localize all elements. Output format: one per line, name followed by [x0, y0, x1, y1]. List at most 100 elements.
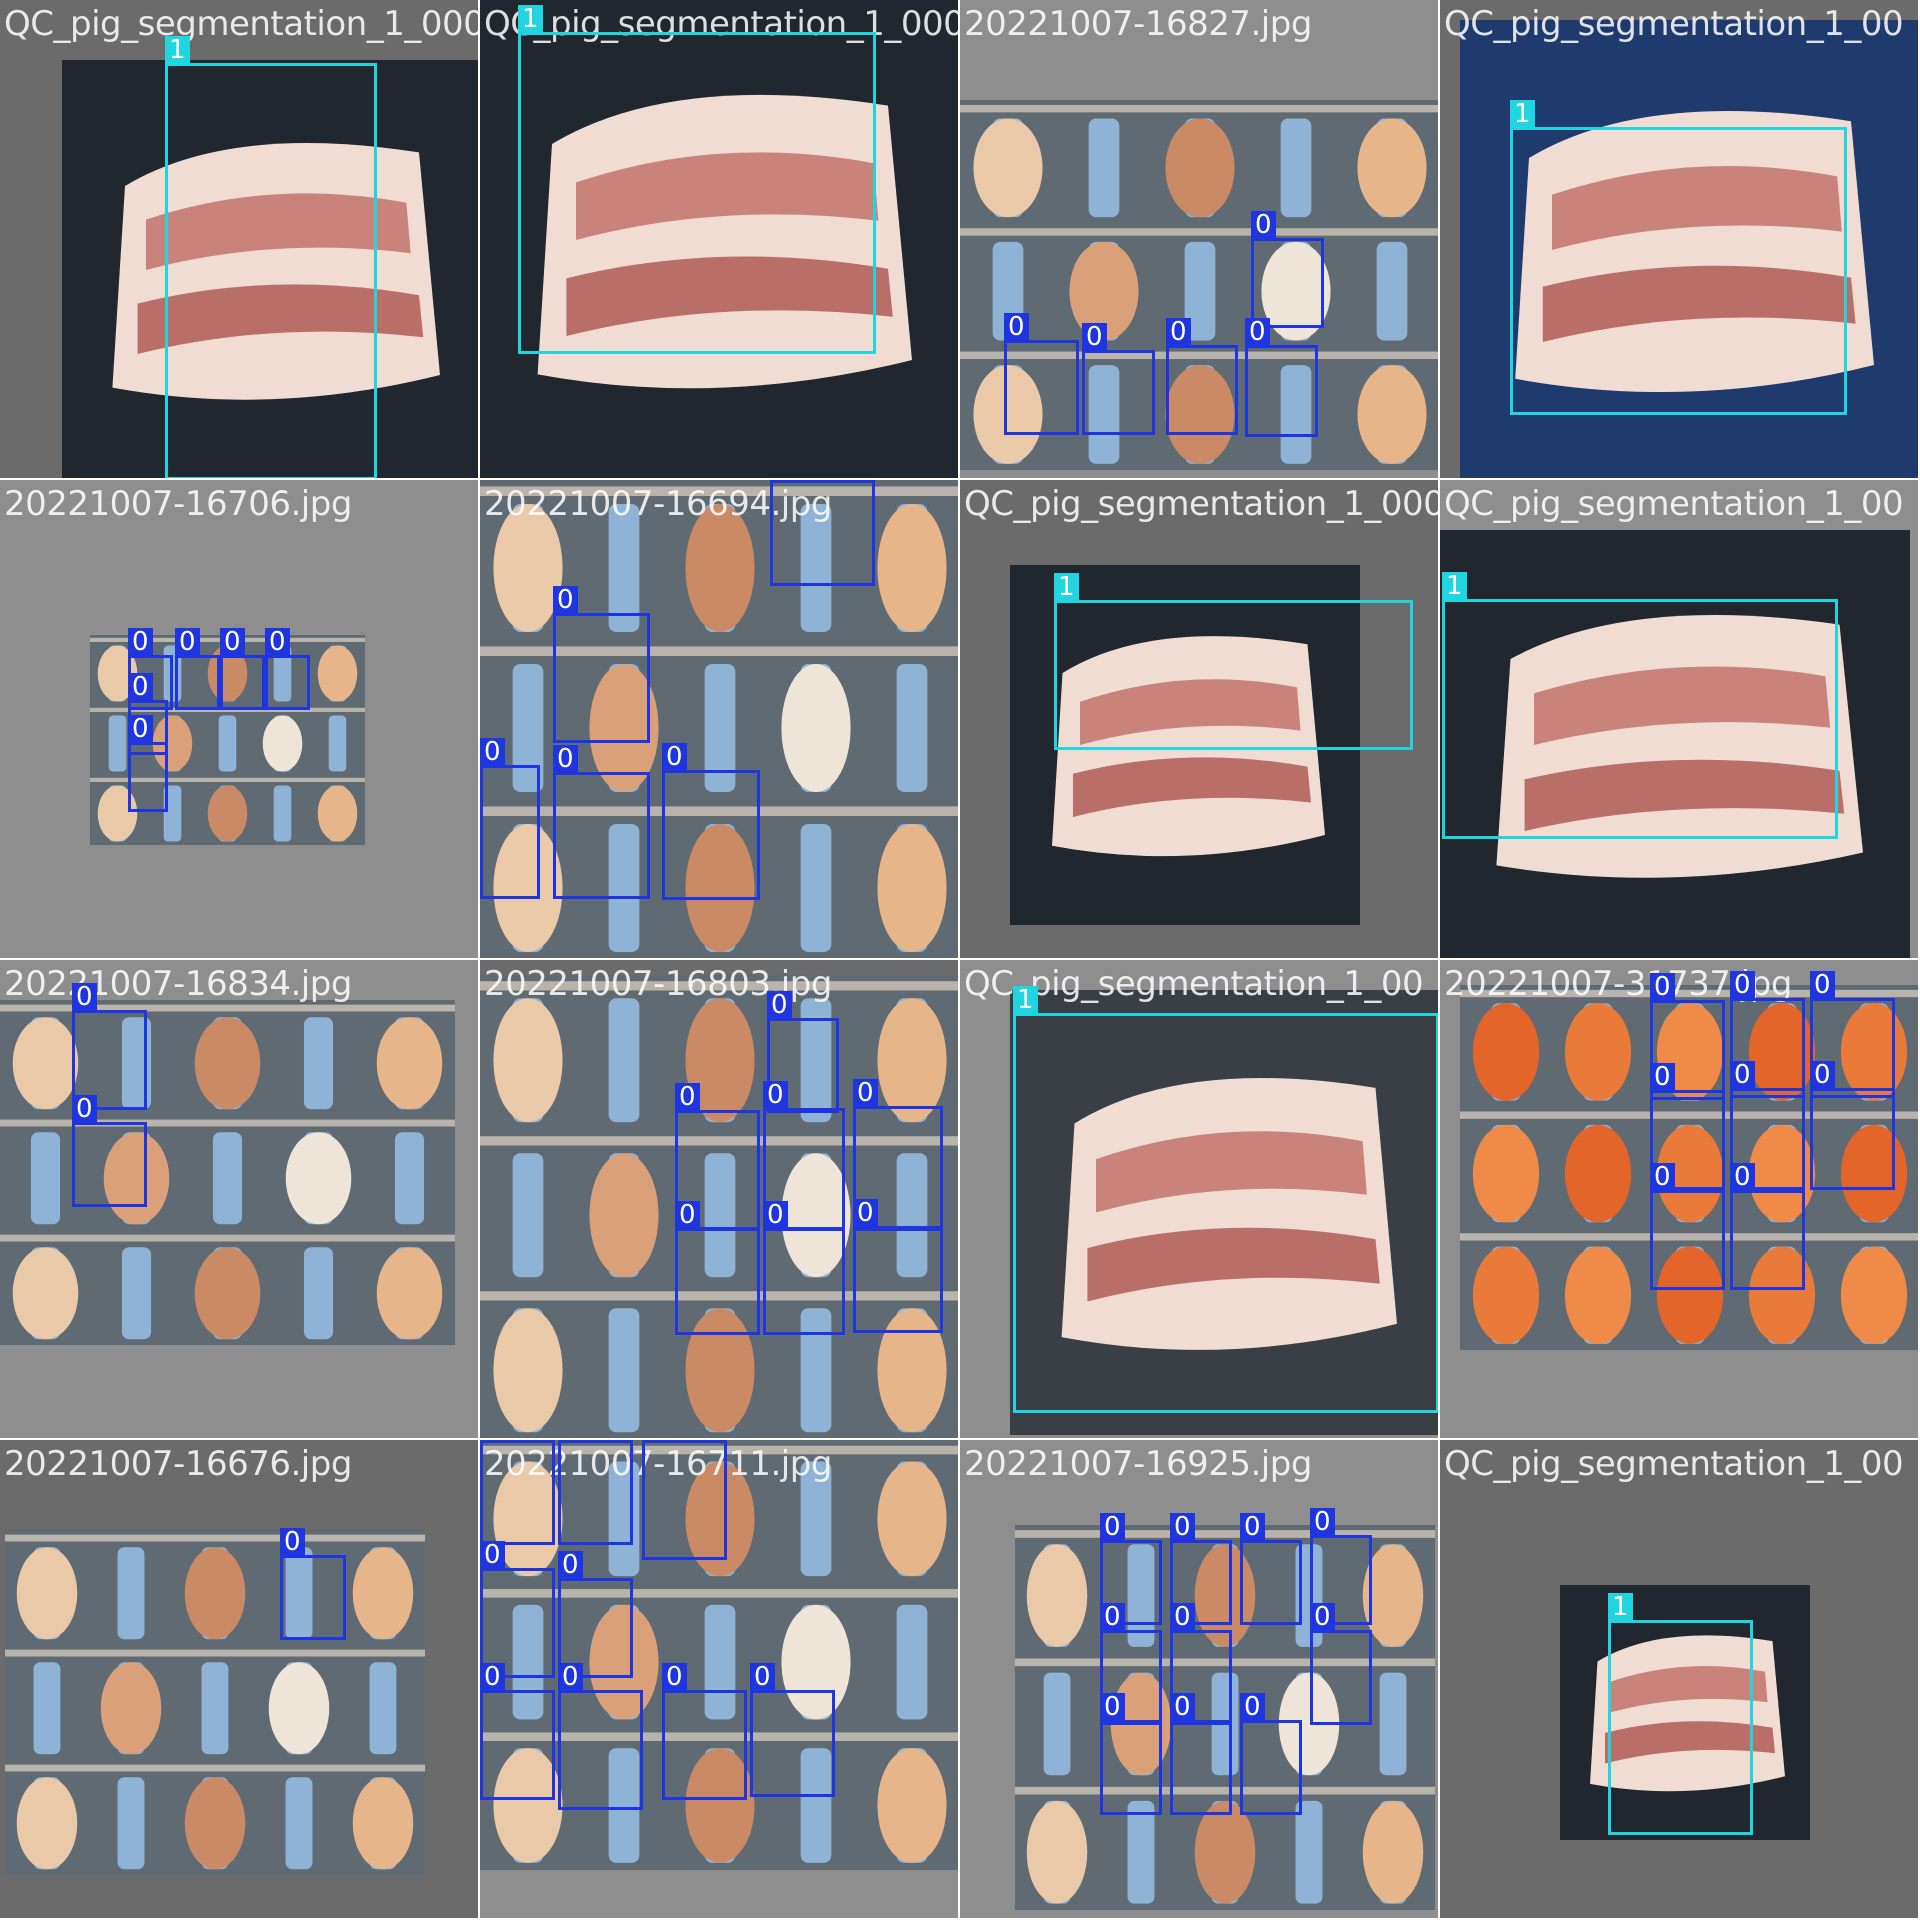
- detection-class-label: 0: [480, 738, 505, 766]
- egg-detection-box: 0: [553, 745, 650, 899]
- egg-detection-box: 0: [1730, 1163, 1805, 1290]
- detection-class-label: 1: [1510, 100, 1535, 128]
- egg-detection-box: 0: [280, 1528, 346, 1640]
- detection-class-label: 1: [1442, 572, 1467, 600]
- mosaic-tile: QC_pig_segmentation_1_000054.jpg 1: [960, 480, 1440, 960]
- detection-class-label: 0: [1810, 971, 1835, 999]
- egg-detection-box: 0: [662, 1663, 747, 1800]
- tile-filename: 20221007-16834.jpg: [4, 964, 352, 1004]
- mosaic-tile: QC_pig_segmentation_1_00 1: [1440, 480, 1920, 960]
- detection-class-label: 0: [175, 628, 200, 656]
- egg-detection-box: 0: [558, 1663, 643, 1810]
- detection-class-label: 0: [1810, 1061, 1835, 1089]
- detection-class-label: 0: [1170, 1603, 1195, 1631]
- tile-filename: 20221007-16827.jpg: [964, 4, 1312, 44]
- detection-class-label: 0: [1310, 1508, 1335, 1536]
- egg-detection-box: 0: [72, 1095, 147, 1207]
- egg-detection-box: 0: [675, 1201, 760, 1335]
- pork-detection-box: 1: [1013, 986, 1438, 1413]
- mosaic-tile: 20221007-16803.jpg 0 0 0 0 0 0 0: [480, 960, 960, 1440]
- egg-tray-photo: [5, 1530, 425, 1875]
- detection-class-label: 0: [1310, 1603, 1335, 1631]
- detection-class-label: 0: [1245, 318, 1270, 346]
- detection-class-label: 0: [280, 1528, 305, 1556]
- tile-filename: 20221007-16925.jpg: [964, 1444, 1312, 1484]
- detection-class-label: 0: [558, 1663, 583, 1691]
- pork-detection-box: 1: [1608, 1593, 1753, 1835]
- detection-class-label: 0: [265, 628, 290, 656]
- detection-class-label: 0: [1100, 1513, 1125, 1541]
- detection-class-label: 0: [853, 1199, 878, 1227]
- detection-class-label: 0: [1730, 971, 1755, 999]
- detection-class-label: 0: [642, 1440, 667, 1441]
- egg-detection-box: 0: [763, 1201, 845, 1335]
- egg-detection-box: 0: [853, 1199, 943, 1333]
- detection-class-label: 0: [763, 1201, 788, 1229]
- detection-class-label: 0: [1240, 1513, 1265, 1541]
- egg-detection-box: 0: [1251, 211, 1324, 328]
- detection-class-label: 0: [1170, 1693, 1195, 1721]
- detection-mosaic: QC_pig_segmentation_1_000178.jpg1QC_pig_…: [0, 0, 1920, 1920]
- mosaic-tile: 20221007-16694.jpg00000: [480, 480, 960, 960]
- egg-tray-photo: [0, 1000, 455, 1345]
- egg-detection-box: 0: [642, 1440, 727, 1560]
- mosaic-tile: QC_pig_segmentation_1_000178.jpg1: [0, 0, 480, 480]
- pork-detection-box: 1: [1054, 573, 1413, 750]
- egg-detection-box: 0: [1100, 1693, 1162, 1815]
- detection-class-label: 0: [770, 480, 795, 481]
- detection-class-label: 0: [553, 586, 578, 614]
- detection-class-label: 0: [480, 1541, 505, 1569]
- tile-filename: QC_pig_segmentation_1_00: [1444, 1444, 1904, 1484]
- tile-filename: 20221007-16676.jpg: [4, 1444, 352, 1484]
- detection-class-label: 0: [1730, 1163, 1755, 1191]
- egg-detection-box: 0: [1310, 1603, 1372, 1725]
- detection-class-label: 0: [853, 1079, 878, 1107]
- egg-detection-box: 0: [1082, 323, 1155, 435]
- tile-filename: QC_pig_segmentation_1_00: [1444, 484, 1904, 524]
- detection-class-label: 0: [1100, 1603, 1125, 1631]
- detection-class-label: 0: [1251, 211, 1276, 239]
- mosaic-tile: 20221007-16834.jpg 0 0: [0, 960, 480, 1440]
- detection-class-label: 0: [1170, 1513, 1195, 1541]
- detection-class-label: 0: [1240, 1693, 1265, 1721]
- egg-detection-box: 0: [1650, 1163, 1725, 1290]
- detection-class-label: 0: [220, 628, 245, 656]
- egg-detection-box: 0: [1170, 1693, 1232, 1815]
- egg-detection-box: 0: [480, 1440, 555, 1545]
- detection-class-label: 0: [763, 1081, 788, 1109]
- detection-class-label: 0: [128, 628, 153, 656]
- pork-detection-box: 1: [1442, 572, 1838, 839]
- tile-filename: QC_pig_segmentation_1_000178.jpg: [4, 4, 478, 44]
- egg-detection-box: 0: [1240, 1513, 1302, 1625]
- detection-class-label: 0: [128, 673, 153, 701]
- egg-detection-box: 0: [662, 743, 760, 900]
- detection-class-label: 0: [1650, 1163, 1675, 1191]
- mosaic-tile: 20221007-31737.jpg 0 0 0 0 0 0 0 0: [1440, 960, 1920, 1440]
- detection-class-label: 1: [1013, 986, 1038, 1014]
- mosaic-tile: 20221007-16711.jpg000000000: [480, 1440, 960, 1920]
- tile-filename: 20221007-16706.jpg: [4, 484, 352, 524]
- detection-class-label: 0: [553, 745, 578, 773]
- egg-detection-box: 0: [553, 586, 650, 743]
- detection-class-label: 0: [767, 991, 792, 1019]
- pork-detection-box: 1: [165, 36, 377, 478]
- mosaic-tile: QC_pig_segmentation_1_00 1: [1440, 1440, 1920, 1920]
- egg-detection-box: 0: [558, 1440, 633, 1545]
- egg-detection-box: 0: [1245, 318, 1318, 437]
- detection-class-label: 1: [165, 36, 190, 64]
- mosaic-tile: 20221007-16925.jpg 0 0 0 0 0 0 0 0 0 0: [960, 1440, 1440, 1920]
- detection-class-label: 0: [750, 1663, 775, 1691]
- detection-class-label: 0: [1004, 313, 1029, 341]
- egg-detection-box: 0: [128, 715, 168, 812]
- egg-detection-box: 0: [750, 1663, 835, 1797]
- mosaic-tile: QC_pig_segmentation_1_000264.jpg1: [480, 0, 960, 480]
- egg-detection-box: 0: [480, 1663, 555, 1800]
- mosaic-tile: 20221007-16706.jpg 0 0 0 0 0 0: [0, 480, 480, 960]
- egg-detection-box: 0: [1004, 313, 1079, 435]
- detection-class-label: 1: [1054, 573, 1079, 601]
- egg-detection-box: 0: [1240, 1693, 1302, 1815]
- tile-filename: QC_pig_segmentation_1_000054.jpg: [964, 484, 1438, 524]
- detection-class-label: 0: [1730, 1061, 1755, 1089]
- egg-detection-box: 0: [175, 628, 220, 710]
- detection-class-label: 0: [480, 1663, 505, 1691]
